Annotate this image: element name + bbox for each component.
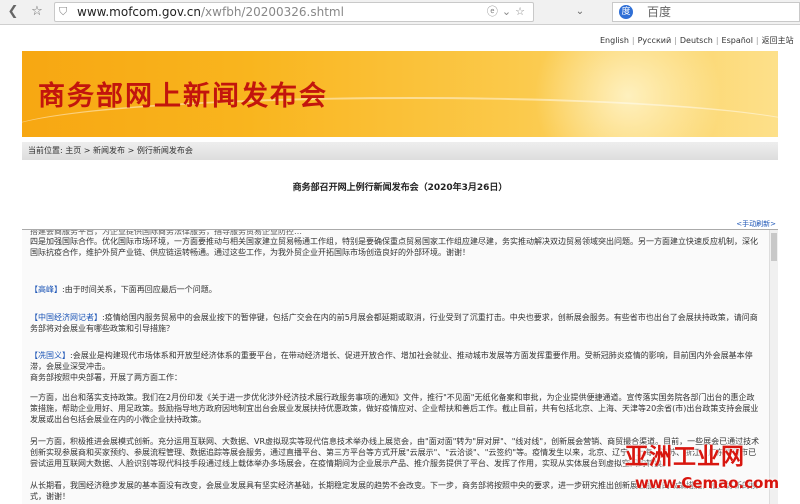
breadcrumb-prefix: 当前位置: xyxy=(28,146,66,155)
back-to-main-site[interactable]: 返回主站 xyxy=(762,36,794,45)
back-icon[interactable]: ❮ xyxy=(4,3,22,21)
article-title: 商务部召开网上例行新闻发布会（2020年3月26日） xyxy=(292,183,508,193)
scrollbar[interactable] xyxy=(769,230,778,504)
paragraph: 【冼国义】:会展业是构建现代市场体系和开放型经济体系的重要平台，在带动经济增长、… xyxy=(30,351,753,371)
language-links: English | Русский | Deutsch | Español | 返回主站 xyxy=(600,36,794,45)
search-box[interactable]: 度 百度 xyxy=(612,2,800,22)
paragraph: 一方面，出台和落实支持政策。我们在2月份印发《关于进一步优化涉外经济技术展行政服… xyxy=(30,393,759,424)
breadcrumb-press-conf[interactable]: 例行新闻发布会 xyxy=(137,146,193,155)
speaker-name: 【中国经济网记者】 xyxy=(30,313,102,322)
ie-mode-icon[interactable]: ⓔ xyxy=(487,5,502,18)
speaker-name: 【高峰】 xyxy=(30,285,62,294)
watermark-logo: 亚洲工业网 xyxy=(625,444,745,470)
lang-spanish[interactable]: Español xyxy=(722,36,753,45)
lang-english[interactable]: English xyxy=(600,36,629,45)
breadcrumb-home[interactable]: 主页 xyxy=(65,146,81,155)
star-icon[interactable]: ☆ xyxy=(515,5,529,18)
baidu-icon: 度 xyxy=(619,5,633,19)
address-bar-actions: ⓔ⌄☆ xyxy=(487,3,529,21)
speaker-name: 【冼国义】 xyxy=(30,351,70,360)
site-banner: 商务部网上新闻发布会 xyxy=(22,51,778,137)
favorite-icon[interactable]: ☆ xyxy=(28,3,46,21)
search-placeholder: 百度 xyxy=(647,5,672,19)
banner-title: 商务部网上新闻发布会 xyxy=(38,81,328,112)
watermark-url: www.Cemao.com xyxy=(635,474,780,492)
url-text: www.mofcom.gov.cn/xwfbh/20200326.shtml xyxy=(77,5,344,19)
lang-german[interactable]: Deutsch xyxy=(680,36,713,45)
dropdown-icon[interactable]: ⌄ xyxy=(560,3,600,21)
breadcrumb: 当前位置: 主页 > 新闻发布 > 例行新闻发布会 xyxy=(22,142,778,160)
paragraph: 四是加强国际合作。优化国际市场环境，一方面要推动与相关国家建立贸易畅通工作组，特… xyxy=(30,237,758,257)
address-bar[interactable]: ⛉ www.mofcom.gov.cn/xwfbh/20200326.shtml… xyxy=(54,2,534,22)
breadcrumb-news[interactable]: 新闻发布 xyxy=(93,146,125,155)
paragraph: 商务部按照中央部署，开展了两方面工作： xyxy=(30,373,182,382)
shield-icon: ⛉ xyxy=(59,5,68,18)
lang-russian[interactable]: Русский xyxy=(638,36,672,45)
dropdown-icon[interactable]: ⌄ xyxy=(502,5,515,18)
scrollbar-thumb[interactable] xyxy=(771,233,777,261)
paragraph: 【高峰】:由于时间关系，下面再回应最后一个问题。 xyxy=(30,285,217,294)
paragraph: 【中国经济网记者】:疫情给国内服务贸易中的会展业按下的暂停键，包括广交会在内的前… xyxy=(30,313,758,333)
browser-toolbar: ❮ ☆ ⛉ www.mofcom.gov.cn/xwfbh/20200326.s… xyxy=(0,0,800,25)
refresh-link[interactable]: <手动刷新> xyxy=(736,219,776,229)
